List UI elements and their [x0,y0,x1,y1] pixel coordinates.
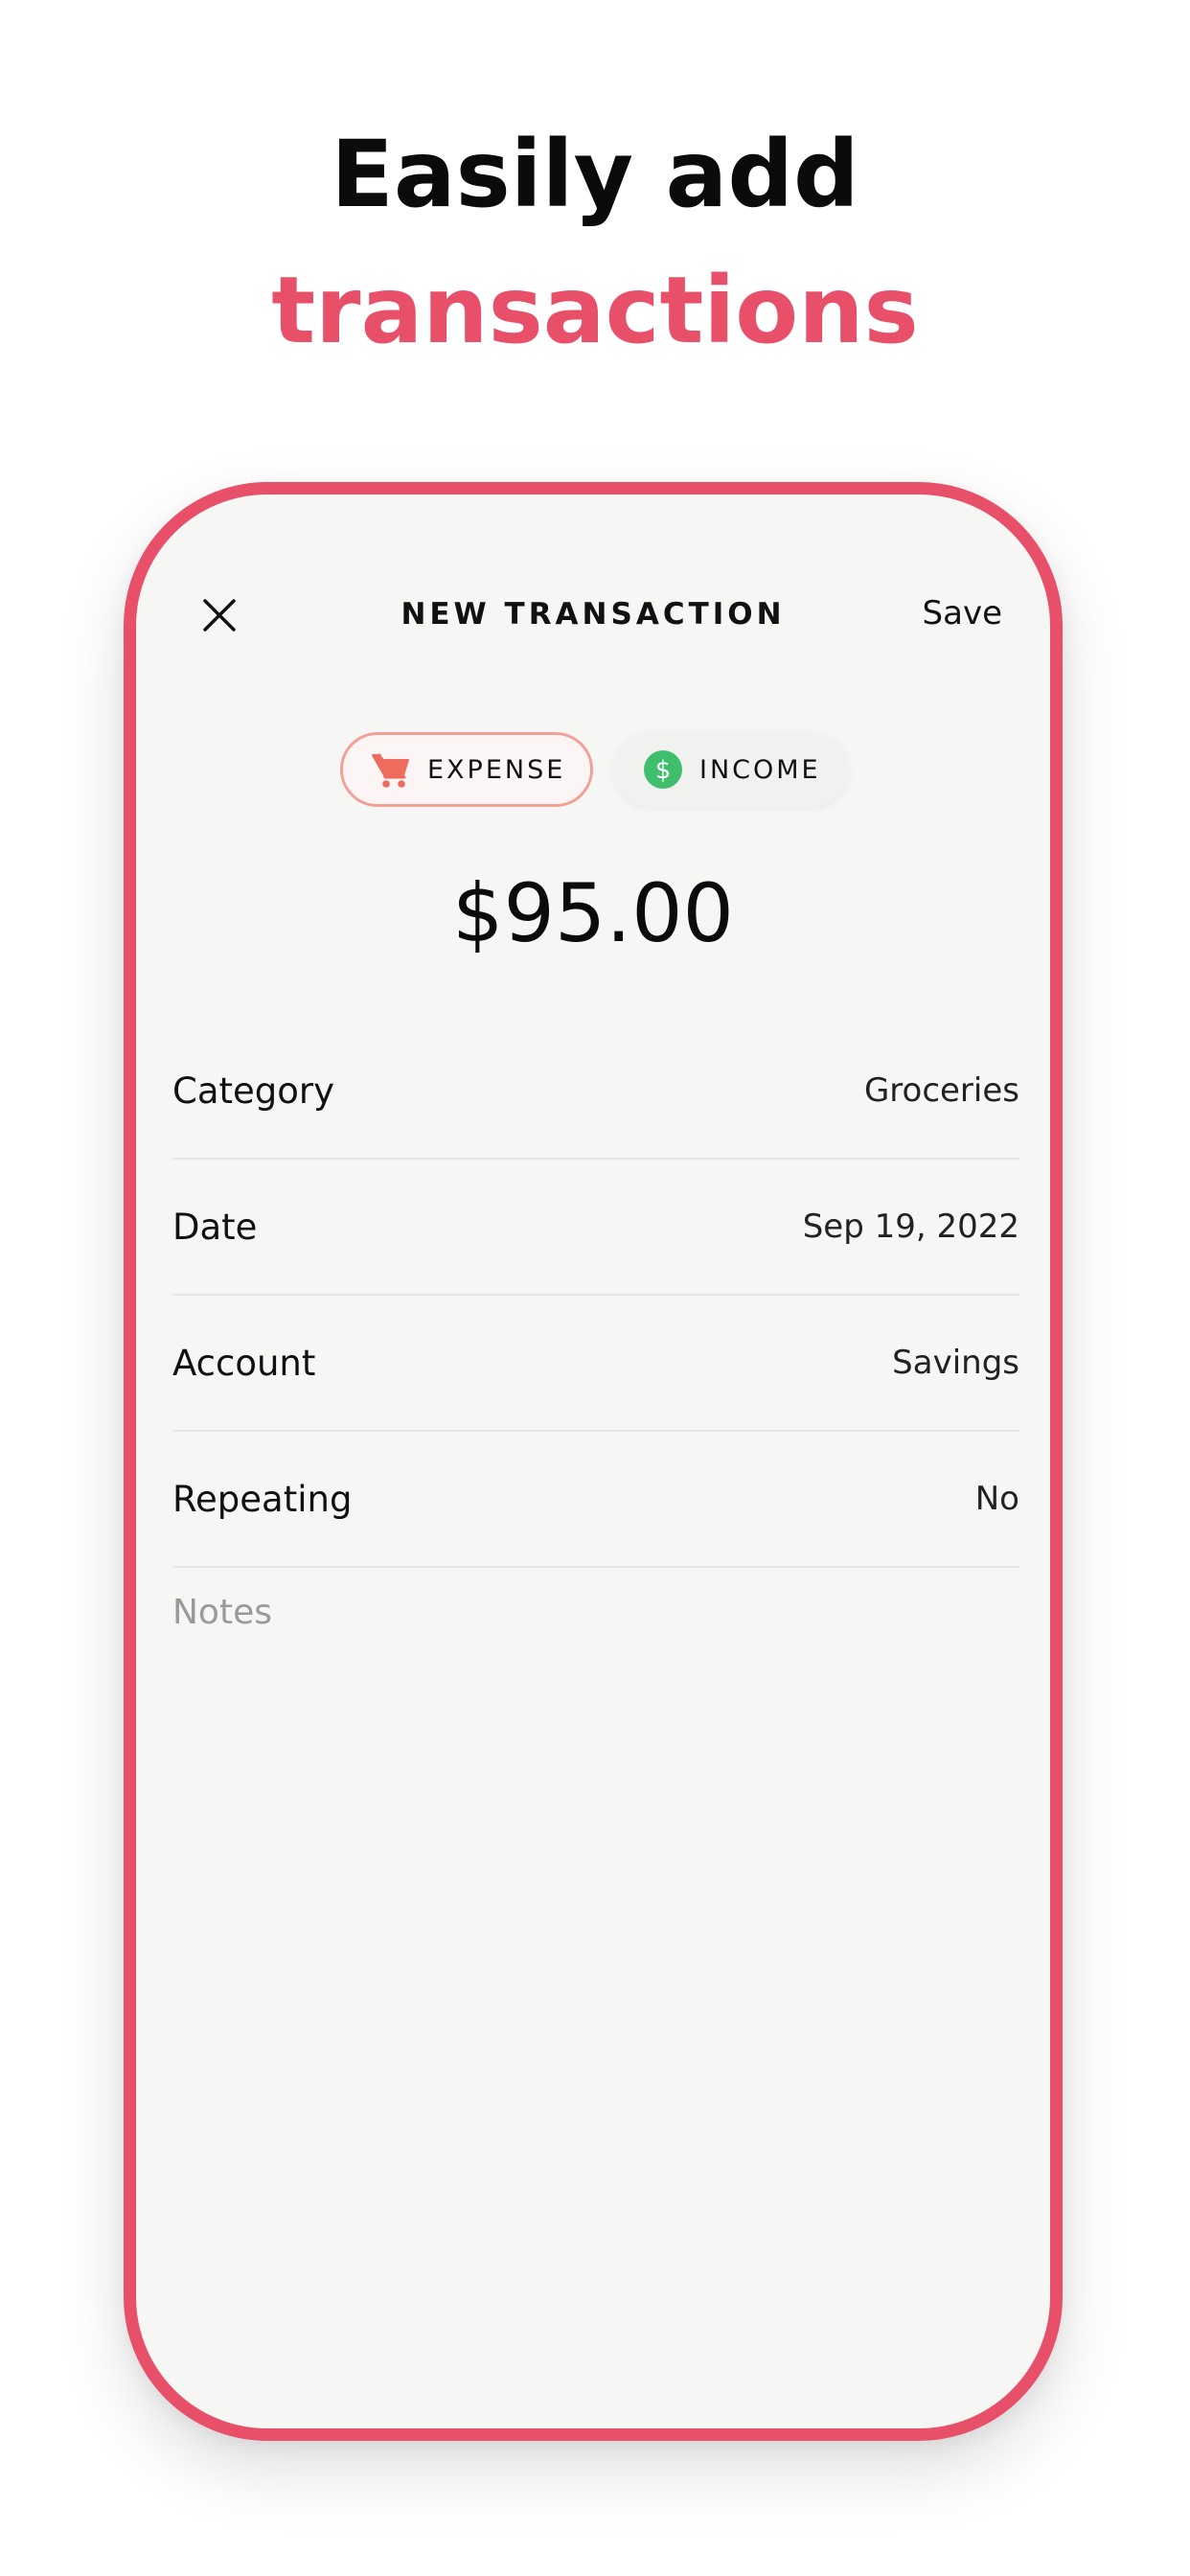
notes-input[interactable]: Notes [172,1593,1019,1669]
account-row[interactable]: Account Savings [172,1296,1019,1432]
expense-toggle[interactable]: EXPENSE [340,732,593,807]
amount-field[interactable]: $95.00 [136,866,1050,960]
income-label: INCOME [699,754,821,785]
dollar-icon: $ [642,748,684,791]
category-label: Category [172,1070,335,1112]
repeating-label: Repeating [172,1478,353,1520]
income-toggle[interactable]: $ INCOME [613,732,849,807]
headline-line-2: transactions [271,257,919,364]
date-value: Sep 19, 2022 [802,1208,1019,1246]
date-label: Date [172,1206,258,1248]
account-value: Savings [892,1344,1019,1382]
new-transaction-screen: NEW TRANSACTION Save EXPENSE $ INCOME $9… [136,494,1050,2428]
expense-label: EXPENSE [427,754,566,785]
save-button[interactable]: Save [923,594,1002,632]
svg-text:$: $ [655,756,672,785]
category-value: Groceries [863,1071,1019,1110]
repeating-row[interactable]: Repeating No [172,1432,1019,1568]
phone-frame: NEW TRANSACTION Save EXPENSE $ INCOME $9… [124,482,1063,2441]
category-row[interactable]: Category Groceries [172,1024,1019,1160]
date-row[interactable]: Date Sep 19, 2022 [172,1160,1019,1296]
cart-icon [370,748,412,791]
screen-title: NEW TRANSACTION [400,597,786,632]
headline-line-1: Easily add [331,121,859,228]
repeating-value: No [974,1480,1019,1518]
account-label: Account [172,1342,316,1384]
